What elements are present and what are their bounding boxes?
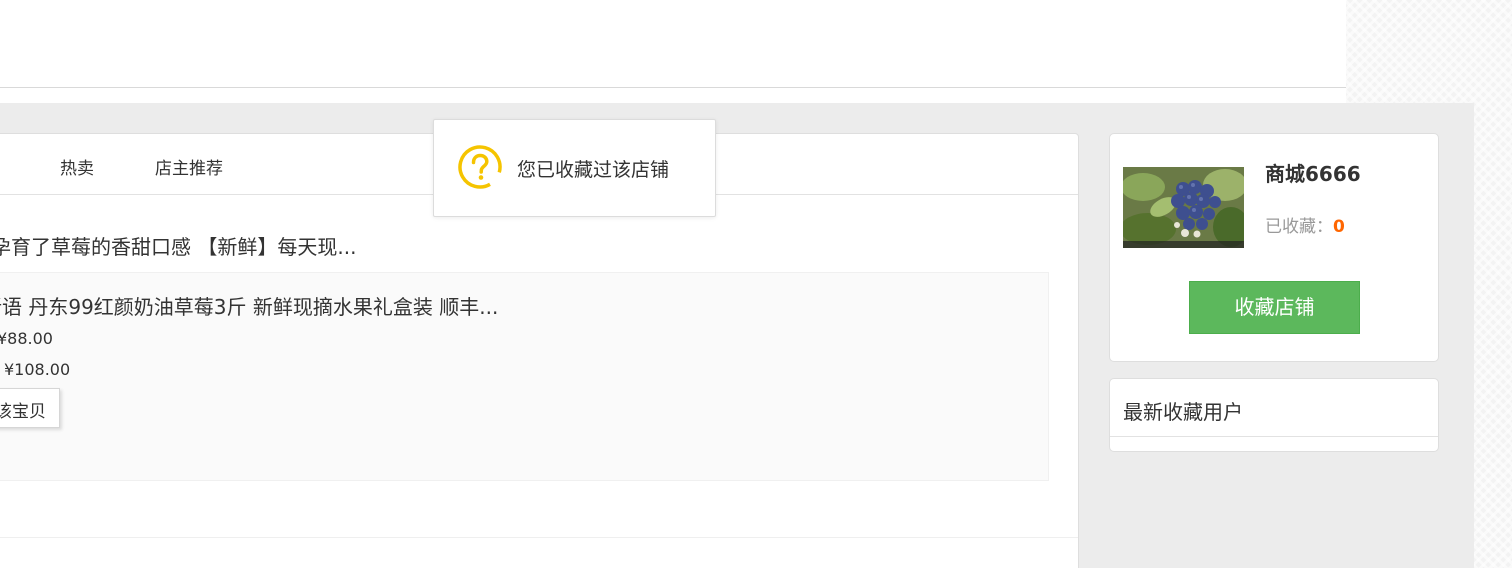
- store-favorite-count: 已收藏：0: [1265, 212, 1345, 237]
- tab-owner-recommend[interactable]: 店主推荐: [155, 154, 223, 179]
- tab-hot[interactable]: 热卖: [60, 154, 94, 179]
- latest-users-title: 最新收藏用户: [1123, 400, 1243, 424]
- store-info-card: 商城6666 已收藏：0 收藏店铺: [1109, 133, 1439, 362]
- favorite-label: 已收藏：: [1265, 217, 1333, 237]
- page-header: [0, 0, 1346, 88]
- product-price: ¥88.00: [0, 329, 53, 348]
- toast-message: 您已收藏过该店铺: [517, 159, 670, 181]
- favorite-item-button[interactable]: 藏该宝贝: [0, 388, 60, 428]
- promo-headline[interactable]: 孕育了草莓的香甜口感 【新鲜】每天现...: [0, 231, 356, 260]
- store-name[interactable]: 商城6666: [1265, 158, 1361, 187]
- favorited-toast: 您已收藏过该店铺: [433, 119, 716, 217]
- product-card: 新语 丹东99红颜奶油草莓3斤 新鲜现摘水果礼盒装 顺丰... ¥88.00 ：…: [0, 272, 1049, 481]
- divider: [0, 537, 1078, 538]
- question-circle-icon: [458, 145, 502, 189]
- favorite-store-button[interactable]: 收藏店铺: [1189, 281, 1360, 334]
- product-original-price: ：¥108.00: [0, 360, 71, 379]
- favorite-count-value: 0: [1333, 217, 1345, 237]
- store-logo-image[interactable]: [1123, 167, 1244, 248]
- latest-favorite-users-card: 最新收藏用户: [1109, 378, 1439, 452]
- product-title[interactable]: 新语 丹东99红颜奶油草莓3斤 新鲜现摘水果礼盒装 顺丰...: [0, 291, 498, 320]
- divider: [1110, 436, 1438, 437]
